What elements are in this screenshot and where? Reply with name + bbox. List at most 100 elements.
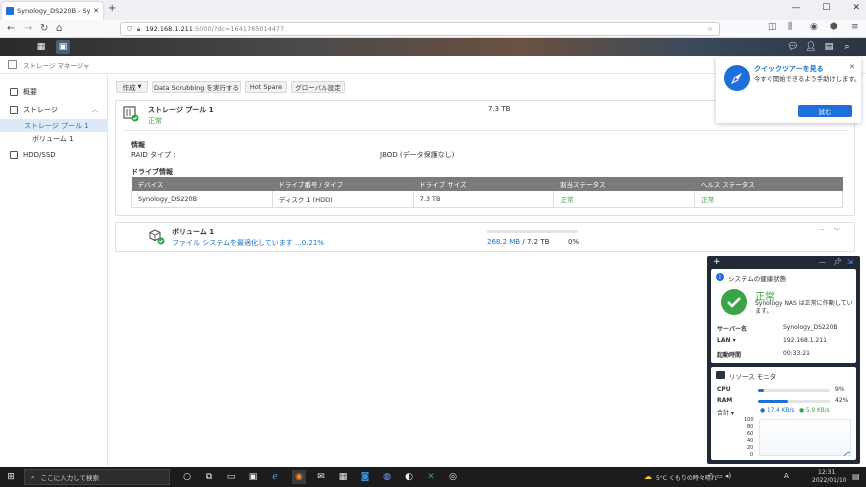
chat-app-icon[interactable]: ◍ — [380, 470, 394, 484]
volume-usage-text: 268.2 MB / 7.2 TB — [487, 238, 549, 246]
app2-icon[interactable]: ◎ — [446, 470, 460, 484]
back-icon[interactable]: ← — [7, 23, 15, 34]
windows-start-icon[interactable]: ⊞ — [4, 470, 18, 484]
drive-table: デバイス ドライブ番号 / タイプ ドライブ サイズ 割当ステータス ヘルス ス… — [131, 177, 843, 208]
excel-icon[interactable]: ✕ — [424, 470, 438, 484]
weather-icon[interactable]: ☁ — [644, 472, 652, 481]
cortana-icon[interactable]: ○ — [180, 470, 194, 484]
notification-icon[interactable]: ▤ — [852, 472, 860, 481]
search-icon: ⌕ — [31, 472, 35, 481]
new-tab-button[interactable]: + — [108, 3, 116, 14]
data-scrubbing-button[interactable]: Data Scrubbing を実行する — [152, 81, 241, 93]
user-icon[interactable]: 👤︎ — [804, 40, 818, 54]
search-icon[interactable]: ⌕ — [840, 40, 854, 54]
browser-nav-bar: ← → ↻ ⌂ ⛉ 🔒︎ 192.168.1.211 :5000/?dc=164… — [0, 20, 866, 38]
taskbar-search-box[interactable]: ⌕ ここに入力して検索 — [24, 469, 170, 485]
pin-icon[interactable]: 📌︎ — [833, 258, 842, 266]
sidebar-item-storage-pool-1[interactable]: ストレージ プール 1 — [0, 119, 108, 132]
close-window-icon[interactable]: ✕ — [852, 3, 860, 13]
widgets-icon[interactable]: ▤ — [822, 40, 836, 54]
outlook-icon[interactable]: ◙ — [358, 470, 372, 484]
rocket-icon — [724, 65, 750, 91]
sidebar-item-label: ストレージ — [23, 105, 58, 114]
sidebar-item-label: HDD/SSD — [23, 150, 56, 159]
explorer-icon[interactable]: ▭ — [224, 470, 238, 484]
menu-icon[interactable]: ≡ — [851, 22, 859, 32]
lan-label[interactable]: LAN ▾ — [717, 337, 736, 344]
reload-icon[interactable]: ↻ — [40, 23, 48, 34]
chat-icon[interactable]: 💬︎ — [786, 40, 800, 54]
pool-status: 正常 — [148, 117, 162, 125]
home-icon[interactable]: ⌂ — [56, 23, 62, 34]
pocket-icon[interactable]: ◫ — [768, 22, 777, 32]
network-total-dropdown[interactable]: 合計 ▾ — [717, 408, 734, 417]
shield-icon[interactable]: ⛉ — [127, 25, 132, 34]
store-icon[interactable]: ▣ — [246, 470, 260, 484]
quick-tour-title: クイックツアーを見る — [754, 65, 824, 73]
sidebar-item-storage[interactable]: ストレージ ︿ — [0, 103, 108, 116]
more-options-icon[interactable]: ··· — [818, 226, 825, 234]
chevron-down-icon[interactable]: ﹀ — [834, 226, 840, 235]
extensions-icon[interactable]: ⬢ — [830, 22, 838, 32]
monitor-title: リソース モニタ — [729, 373, 777, 381]
app-icon[interactable]: ▦ — [336, 470, 350, 484]
server-name-label: サーバー名 — [717, 326, 747, 333]
tab-close-icon[interactable]: ✕ — [93, 7, 99, 15]
chevron-up-icon[interactable]: ︿ — [92, 105, 108, 114]
tray-icons[interactable]: ⌃ ▭ ◂) — [708, 472, 731, 480]
col-device: デバイス — [131, 177, 273, 191]
clock-date[interactable]: 2022/01/10 — [812, 477, 847, 484]
volume-percent: 0% — [568, 238, 580, 246]
collapse-widget-icon[interactable]: ⇲ — [847, 258, 853, 266]
account-icon[interactable]: ◉ — [810, 22, 818, 32]
cpu-bar — [758, 389, 830, 392]
sidebar-item-volume-1[interactable]: ボリューム 1 — [0, 132, 108, 145]
hot-spare-button[interactable]: Hot Spare — [245, 81, 287, 93]
col-drive-size: ドライブ サイズ — [413, 177, 554, 191]
forward-icon[interactable]: → — [24, 23, 32, 34]
server-name-value: Synology_DS220B — [783, 324, 838, 331]
y-tick: 60 — [747, 431, 754, 437]
col-drive-number: ドライブ番号 / タイプ — [272, 177, 414, 191]
create-button[interactable]: 作成 ▼ — [116, 81, 148, 93]
storage-manager-app-icon[interactable]: ▣ — [56, 40, 70, 54]
info-icon: i — [716, 273, 724, 281]
uptime-label: 起動時間 — [717, 352, 742, 359]
bookmark-star-icon[interactable]: ☆ — [707, 25, 713, 33]
minimize-icon[interactable]: — — [791, 3, 800, 13]
lock-icon[interactable]: 🔒︎ — [137, 25, 140, 34]
lan-value: 192.168.1.211 — [783, 337, 827, 344]
cpu-label: CPU — [717, 386, 731, 393]
close-icon[interactable]: ✕ — [849, 63, 855, 71]
global-settings-button[interactable]: グローバル設定 — [291, 81, 345, 93]
firefox-icon[interactable]: ◉ — [292, 470, 306, 484]
ime-icon[interactable]: A — [784, 472, 789, 480]
task-view-icon[interactable]: ⧉ — [202, 470, 216, 484]
url-bar[interactable]: ⛉ 🔒︎ 192.168.1.211 :5000/?dc=16417850144… — [120, 22, 720, 36]
app-title: ストレージ マネージャ — [23, 61, 90, 70]
clock-time[interactable]: 12:31 — [818, 469, 835, 476]
chevron-down-icon: ▼ — [137, 84, 142, 90]
browser-tab[interactable]: Synology_DS220B - Synology N ✕ — [2, 2, 103, 20]
main-menu-icon[interactable]: ▦ — [34, 40, 48, 54]
cell-size: 7.3 TB — [412, 191, 555, 208]
edge-icon[interactable]: ℯ — [268, 470, 282, 484]
add-widget-button[interactable]: + — [713, 257, 721, 267]
table-row[interactable]: Synology_DS220B ディスク 1 (HDD) 7.3 TB 正常 正… — [131, 191, 843, 208]
col-health: ヘルス ステータス — [694, 177, 843, 191]
minimize-widget-icon[interactable]: — — [819, 258, 826, 266]
library-icon[interactable]: ⫼ — [788, 22, 792, 32]
tab-title: Synology_DS220B - Synology N — [17, 7, 91, 15]
mail-icon[interactable]: ✉ — [314, 470, 328, 484]
start-tour-button[interactable]: 試む — [798, 105, 852, 117]
sidebar-item-hdd-ssd[interactable]: HDD/SSD — [0, 148, 108, 161]
photos-icon[interactable]: ◐ — [402, 470, 416, 484]
raid-type-value: JBOD (データ保護なし) — [380, 151, 455, 159]
volume-sep: / — [522, 238, 525, 246]
taskbar-search-text: ここに入力して検索 — [40, 474, 99, 482]
maximize-icon[interactable]: ☐ — [822, 3, 830, 13]
sidebar-item-overview[interactable]: 概要 — [0, 85, 108, 98]
network-graph — [759, 419, 851, 457]
y-tick: 100 — [744, 417, 754, 423]
pool-size: 7.3 TB — [488, 105, 511, 113]
